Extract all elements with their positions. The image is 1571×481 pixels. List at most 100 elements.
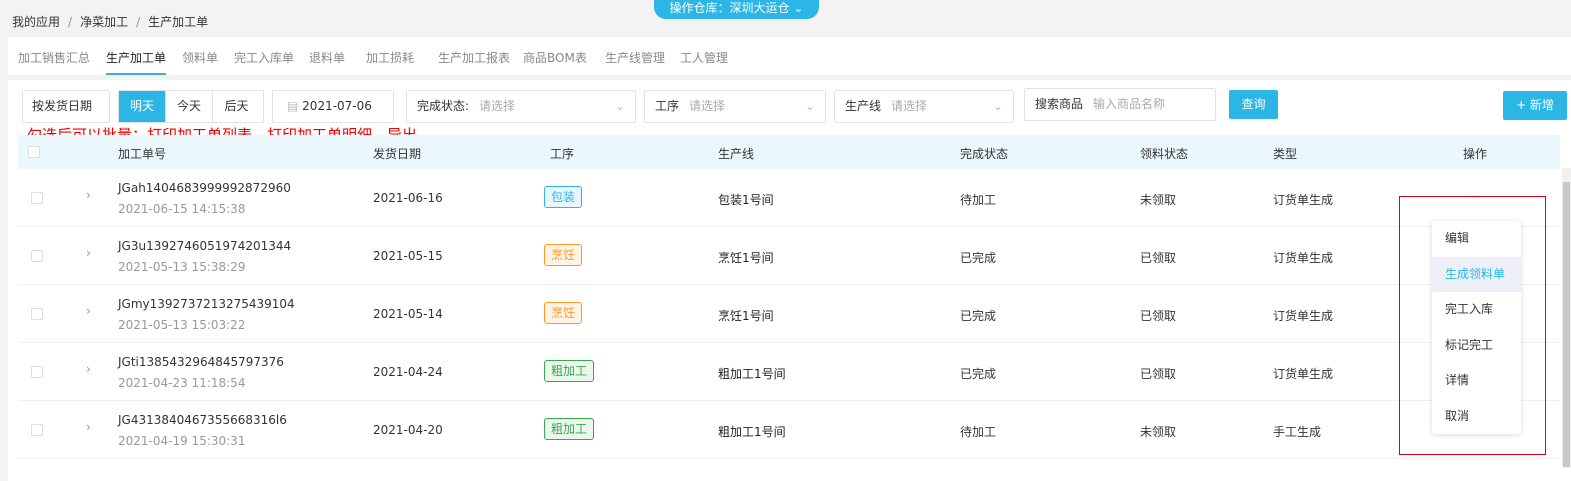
- created-time: 2021-06-15 14:15:38: [118, 202, 246, 216]
- order-id[interactable]: JG3u1392746051974201344: [118, 239, 291, 253]
- tab-production-report[interactable]: 生产加工报表: [438, 49, 510, 66]
- completion-status: 待加工: [960, 425, 997, 439]
- status-placeholder: 请选择: [479, 99, 516, 113]
- created-time: 2021-04-19 15:30:31: [118, 434, 246, 448]
- process-label: 工序: [655, 99, 680, 113]
- created-time: 2021-04-23 11:18:54: [118, 376, 246, 390]
- material-status: 已领取: [1140, 309, 1177, 323]
- tab-worker-management[interactable]: 工人管理: [680, 49, 728, 66]
- tab-sales-summary[interactable]: 加工销售汇总: [18, 49, 90, 66]
- quick-date-tomorrow[interactable]: 明天: [119, 91, 166, 122]
- row-checkbox[interactable]: [31, 250, 43, 262]
- tab-bar: 加工销售汇总 生产加工单 领料单 完工入库单 退料单 加工损耗 生产加工报表 商…: [8, 37, 1571, 75]
- scrollbar-thumb[interactable]: [1563, 182, 1570, 467]
- product-search-input[interactable]: 搜索商品 输入商品名称: [1024, 88, 1216, 121]
- material-status: 已领取: [1140, 251, 1177, 265]
- tab-line-management[interactable]: 生产线管理: [605, 49, 665, 66]
- quick-date-day-after[interactable]: 后天: [213, 91, 260, 122]
- process-tag: 粗加工: [544, 360, 595, 382]
- status-label: 完成状态:: [417, 99, 470, 113]
- production-line: 烹饪1号间: [718, 251, 774, 265]
- chevron-down-icon: ⌄: [804, 99, 815, 113]
- ship-date: 2021-05-14: [373, 307, 443, 321]
- expand-chevron-icon[interactable]: ›: [86, 362, 91, 376]
- header-material-status: 领料状态: [1140, 147, 1189, 161]
- line-select[interactable]: 生产线 请选择 ⌄: [834, 90, 1014, 123]
- tab-material-return[interactable]: 退料单: [309, 49, 345, 66]
- ship-date: 2021-04-20: [373, 423, 443, 437]
- header-process: 工序: [550, 147, 575, 161]
- breadcrumb-item[interactable]: 净菜加工: [80, 15, 128, 29]
- tab-completion-storage[interactable]: 完工入库单: [234, 49, 294, 66]
- header-status: 完成状态: [960, 147, 1009, 161]
- order-type: 订货单生成: [1273, 193, 1334, 207]
- add-button[interactable]: + 新增: [1503, 91, 1567, 120]
- process-tag: 烹饪: [544, 302, 583, 324]
- warehouse-selector[interactable]: 操作仓库：深圳大运仓 ⌄: [654, 0, 819, 19]
- tab-bom[interactable]: 商品BOM表: [523, 49, 587, 66]
- process-select[interactable]: 工序 请选择 ⌄: [644, 90, 826, 123]
- production-line: 粗加工1号间: [718, 425, 786, 439]
- warehouse-label: 操作仓库：: [669, 1, 730, 15]
- order-id[interactable]: JG4313840467355668316l6: [118, 413, 287, 427]
- breadcrumb-item[interactable]: 我的应用: [12, 15, 60, 29]
- order-id[interactable]: JGah1404683999992872960: [118, 181, 291, 195]
- expand-chevron-icon[interactable]: ›: [86, 188, 91, 202]
- date-type-select[interactable]: 按发货日期: [22, 90, 110, 123]
- select-all-checkbox[interactable]: [28, 146, 40, 158]
- completion-status: 已完成: [960, 309, 997, 323]
- breadcrumb: 我的应用 / 净菜加工 / 生产加工单: [12, 15, 209, 29]
- query-button[interactable]: 查询: [1229, 90, 1278, 119]
- chevron-down-icon: ⌄: [992, 99, 1003, 113]
- warehouse-value: 深圳大运仓: [729, 1, 790, 15]
- table-row: › JGah1404683999992872960 2021-06-15 14:…: [18, 169, 1560, 227]
- process-tag: 粗加工: [544, 418, 595, 440]
- expand-chevron-icon[interactable]: ›: [86, 246, 91, 260]
- expand-chevron-icon[interactable]: ›: [86, 420, 91, 434]
- order-type: 订货单生成: [1273, 251, 1334, 265]
- row-checkbox[interactable]: [31, 192, 43, 204]
- annotation-highlight-box: [1399, 196, 1546, 455]
- row-checkbox[interactable]: [31, 424, 43, 436]
- tab-material-requisition[interactable]: 领料单: [182, 49, 218, 66]
- date-picker[interactable]: ▤ 2021-07-06: [272, 90, 394, 123]
- header-line: 生产线: [718, 147, 755, 161]
- order-id[interactable]: JGti1385432964845797376: [118, 355, 284, 369]
- chevron-down-icon: ⌄: [793, 1, 804, 15]
- line-placeholder: 请选择: [891, 99, 928, 113]
- order-id[interactable]: JGmy1392737213275439104: [118, 297, 295, 311]
- table-row: › JG4313840467355668316l6 2021-04-19 15:…: [18, 401, 1560, 459]
- completion-status: 已完成: [960, 367, 997, 381]
- production-line: 粗加工1号间: [718, 367, 786, 381]
- completion-status: 待加工: [960, 193, 997, 207]
- header-actions: 操作: [1463, 147, 1488, 161]
- ship-date: 2021-04-24: [373, 365, 443, 379]
- row-checkbox[interactable]: [31, 366, 43, 378]
- production-line: 烹饪1号间: [718, 309, 774, 323]
- chevron-down-icon: ⌄: [614, 99, 625, 113]
- status-select[interactable]: 完成状态: 请选择 ⌄: [406, 90, 636, 123]
- quick-date-today[interactable]: 今天: [166, 91, 213, 122]
- row-checkbox[interactable]: [31, 308, 43, 320]
- tab-production-order[interactable]: 生产加工单: [106, 49, 167, 75]
- date-value: 2021-07-06: [302, 99, 372, 113]
- table-row: › JG3u1392746051974201344 2021-05-13 15:…: [18, 227, 1560, 285]
- created-time: 2021-05-13 15:38:29: [118, 260, 246, 274]
- table-header: 加工单号 发货日期 工序 生产线 完成状态 领料状态 类型 操作: [18, 135, 1560, 169]
- header-order-no: 加工单号: [118, 147, 167, 161]
- ship-date: 2021-06-16: [373, 191, 443, 205]
- completion-status: 已完成: [960, 251, 997, 265]
- header-ship-date: 发货日期: [373, 147, 422, 161]
- process-placeholder: 请选择: [689, 99, 726, 113]
- calendar-icon: ▤: [287, 99, 299, 113]
- tab-processing-loss[interactable]: 加工损耗: [366, 49, 414, 66]
- created-time: 2021-05-13 15:03:22: [118, 318, 246, 332]
- order-type: 订货单生成: [1273, 309, 1334, 323]
- production-line: 包装1号间: [718, 193, 774, 207]
- header-type: 类型: [1273, 147, 1298, 161]
- table-row: › JGti1385432964845797376 2021-04-23 11:…: [18, 343, 1560, 401]
- search-label: 搜索商品: [1035, 97, 1084, 111]
- process-tag: 烹饪: [544, 244, 583, 266]
- expand-chevron-icon[interactable]: ›: [86, 304, 91, 318]
- ship-date: 2021-05-15: [373, 249, 443, 263]
